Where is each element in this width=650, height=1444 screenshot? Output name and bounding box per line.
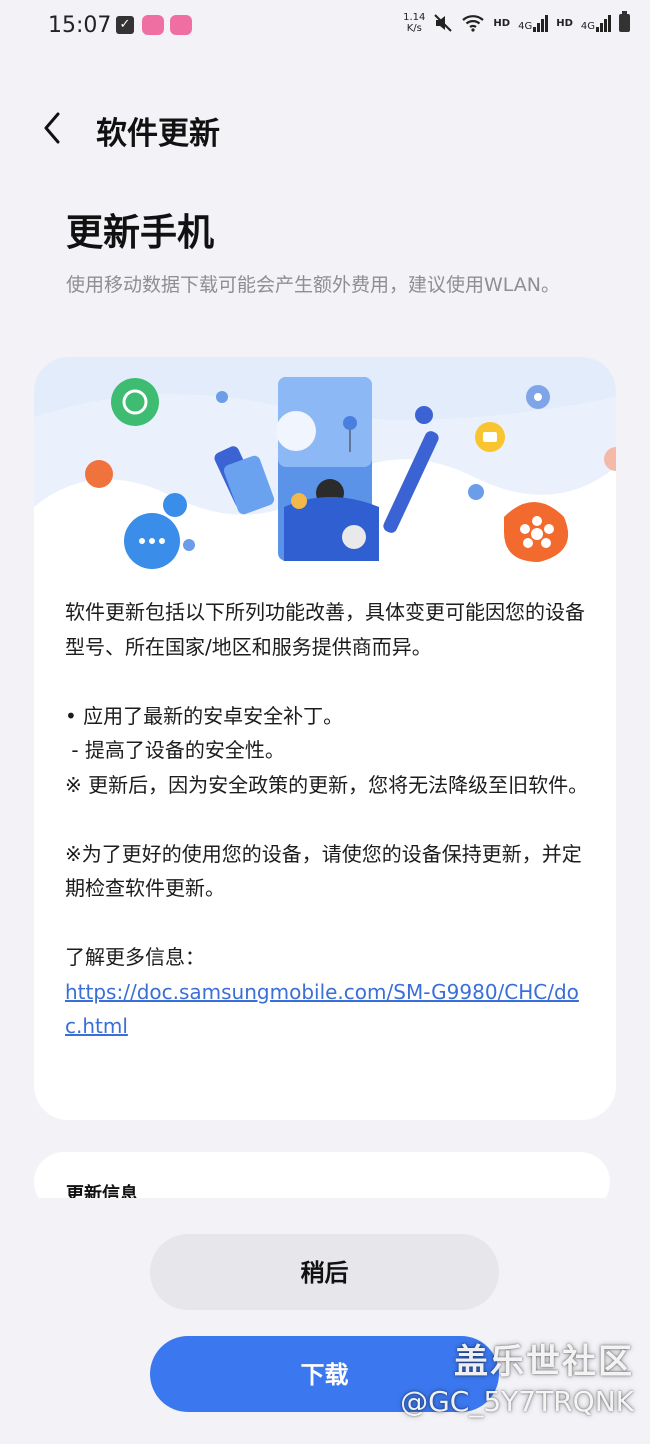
release-note-item: • 应用了最新的安卓安全补丁。 [65, 703, 344, 728]
watermark-user: @GC_5Y7TRQNK [400, 1385, 634, 1418]
status-time: 15:07 [48, 13, 112, 38]
page-title: 更新手机 [66, 211, 214, 254]
release-note-item: ※为了更好的使用您的设备，请使您的设备保持更新，并定期检查软件更新。 [65, 841, 582, 901]
net-speed-value: 1.14 [403, 12, 426, 23]
header-title: 软件更新 [96, 116, 220, 152]
release-note-item: ※ 更新后，因为安全政策的更新，您将无法降级至旧软件。 [65, 772, 589, 797]
later-button[interactable]: 稍后 [150, 1234, 499, 1310]
signal-icon: 4G [580, 14, 611, 32]
more-info-label: 了解更多信息： [65, 945, 205, 969]
update-details-card: 软件更新包括以下所列功能改善，具体变更可能因您的设备型号、所在国家/地区和服务提… [34, 357, 616, 1120]
chevron-left-icon [44, 112, 60, 144]
watermark-community: 盖乐世社区 [454, 1342, 634, 1382]
battery-icon [619, 11, 630, 32]
wifi-icon [462, 15, 485, 32]
mute-icon [434, 14, 453, 32]
watermark: 盖乐世社区 @GC_5Y7TRQNK [400, 1334, 634, 1418]
back-button[interactable] [34, 100, 74, 156]
update-illustration [34, 357, 616, 581]
network-type: 4G [518, 20, 533, 32]
checkbox-notification-icon: ✓ [116, 16, 134, 34]
net-speed-unit: K/s [406, 23, 422, 34]
more-info-link[interactable]: https://doc.samsungmobile.com/SM-G9980/C… [65, 975, 595, 1044]
app-notification-icon [170, 15, 192, 35]
app-notification-icon [142, 15, 164, 35]
page-description: 使用移动数据下载可能会产生额外费用，建议使用WLAN。 [66, 274, 561, 296]
hd-badge: HD [493, 17, 511, 29]
release-notes: 软件更新包括以下所列功能改善，具体变更可能因您的设备型号、所在国家/地区和服务提… [65, 595, 595, 1044]
signal-icon: 4G [518, 14, 549, 32]
status-bar: 15:07 ✓ 1.14 K/s HD 4G HD 4G [0, 0, 650, 56]
net-speed: 1.14 K/s [403, 12, 425, 34]
status-icons: 1.14 K/s HD 4G HD 4G [403, 11, 630, 34]
release-notes-intro: 软件更新包括以下所列功能改善，具体变更可能因您的设备型号、所在国家/地区和服务提… [65, 600, 585, 659]
hd-badge: HD [556, 17, 573, 29]
network-type: 4G [580, 20, 595, 32]
release-note-subitem: - 提高了设备的安全性。 [65, 738, 285, 762]
